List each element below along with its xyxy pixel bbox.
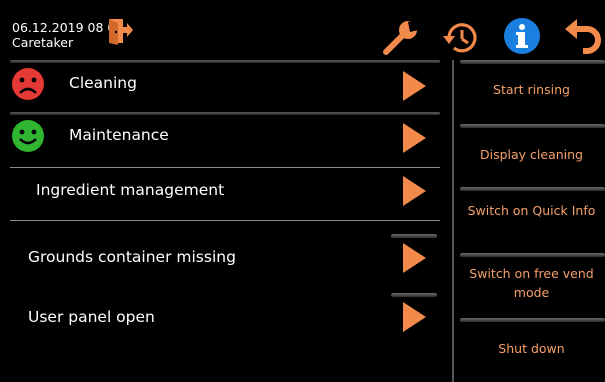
chevron-right-icon[interactable] [401, 122, 427, 154]
wrench-icon[interactable] [380, 18, 420, 58]
list-item-user-panel[interactable]: User panel open [0, 276, 446, 336]
button-label: Display cleaning [480, 147, 583, 162]
button-bar [460, 124, 605, 128]
button-bar [460, 253, 605, 257]
row-separator [10, 220, 440, 221]
back-arrow-icon[interactable] [563, 19, 601, 55]
list-item-maintenance[interactable]: Maintenance [0, 112, 446, 162]
list-item-label: Grounds container missing [28, 248, 236, 266]
quick-info-button[interactable]: Switch on Quick Info [458, 187, 605, 249]
row-separator [10, 60, 440, 63]
header-bar: 06.12.2019 08 03 Caretaker [0, 0, 605, 62]
start-rinsing-button[interactable]: Start rinsing [458, 60, 605, 122]
chevron-right-icon[interactable] [401, 242, 427, 274]
list-item-label: User panel open [28, 308, 155, 326]
chevron-right-icon[interactable] [401, 175, 427, 207]
free-vend-mode-button[interactable]: Switch on free vend mode [458, 253, 605, 315]
shut-down-button[interactable]: Shut down [458, 318, 605, 380]
list-item-label: Maintenance [69, 126, 169, 144]
list-item-label: Cleaning [69, 74, 137, 92]
button-bar [460, 187, 605, 191]
chevron-right-icon[interactable] [401, 70, 427, 102]
button-label: Shut down [498, 341, 565, 356]
display-cleaning-button[interactable]: Display cleaning [458, 124, 605, 186]
history-clock-icon[interactable] [441, 18, 481, 58]
sad-face-icon [11, 67, 45, 101]
row-separator [10, 167, 440, 168]
logout-door-icon[interactable] [107, 17, 133, 45]
list-item-grounds-container[interactable]: Grounds container missing [0, 220, 446, 276]
button-label: Start rinsing [493, 82, 570, 97]
button-label: Switch on free vend mode [469, 266, 594, 300]
row-separator [10, 112, 440, 115]
list-item-label: Ingredient management [36, 181, 225, 199]
arrow-bar [391, 293, 437, 297]
vertical-divider [452, 60, 454, 382]
button-label: Switch on Quick Info [467, 203, 596, 218]
happy-face-icon [11, 119, 45, 153]
arrow-bar [391, 234, 437, 238]
list-item-ingredient-management[interactable]: Ingredient management [0, 167, 446, 217]
chevron-right-icon[interactable] [401, 301, 427, 333]
list-item-cleaning[interactable]: Cleaning [0, 60, 446, 110]
info-icon[interactable] [503, 17, 541, 55]
button-bar [460, 60, 605, 64]
button-bar [460, 318, 605, 322]
